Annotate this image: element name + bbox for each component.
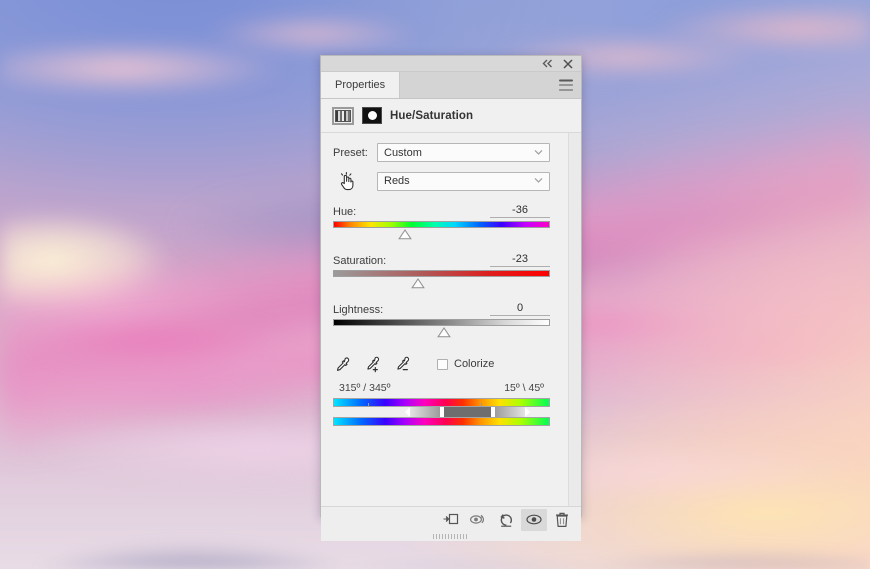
- channel-row: Reds: [333, 170, 550, 192]
- saturation-slider-header: Saturation: -23: [333, 253, 550, 267]
- preset-select[interactable]: Custom: [377, 143, 550, 162]
- panel-resize-area[interactable]: [321, 532, 581, 541]
- adjustment-thumbnail[interactable]: [332, 106, 354, 125]
- color-range-left-value: 315º / 345º: [339, 382, 391, 394]
- adjustment-thumbnail-image: [335, 109, 351, 122]
- saturation-slider-thumb[interactable]: [410, 278, 425, 289]
- hue-slider-thumb[interactable]: [397, 229, 412, 240]
- preset-row: Preset: Custom: [333, 143, 550, 162]
- menu-line: [559, 84, 573, 86]
- reset-button[interactable]: [493, 509, 519, 531]
- sample-tools-row: Colorize: [333, 355, 550, 373]
- properties-panel: Properties Hue/Saturation Preset: Custom: [320, 55, 582, 541]
- color-range-right-value: 15º \ 45º: [504, 382, 544, 394]
- hue-slider[interactable]: [333, 221, 550, 241]
- saturation-slider[interactable]: [333, 270, 550, 290]
- preset-select-value: Custom: [384, 146, 422, 159]
- lightness-slider[interactable]: [333, 319, 550, 339]
- toggle-visibility-button[interactable]: [521, 508, 547, 531]
- lightness-slider-header: Lightness: 0: [333, 302, 550, 316]
- targeted-adjustment-hand-icon[interactable]: [333, 170, 359, 192]
- close-icon[interactable]: [562, 58, 573, 69]
- lightness-slider-thumb[interactable]: [436, 327, 451, 338]
- color-range-readout: 315º / 345º 15º \ 45º: [333, 382, 550, 394]
- panel-tab-row: Properties: [321, 72, 581, 99]
- panel-scrollbar[interactable]: [568, 133, 581, 506]
- layer-mask-thumbnail-image: [362, 107, 382, 124]
- color-range-control: [333, 398, 550, 426]
- hue-slider-track: [333, 221, 550, 228]
- range-falloff-end-handle[interactable]: [525, 407, 531, 417]
- clip-to-layer-button[interactable]: [437, 509, 463, 531]
- eyedropper-add-icon[interactable]: [363, 355, 381, 373]
- tab-properties[interactable]: Properties: [321, 72, 401, 98]
- lightness-slider-track: [333, 319, 550, 326]
- resize-grip[interactable]: [433, 534, 469, 539]
- eyedropper-subtract-icon[interactable]: [393, 355, 411, 373]
- saturation-slider-track: [333, 270, 550, 277]
- spectrum-bar-bottom: [333, 417, 550, 426]
- colorize-label: Colorize: [454, 358, 495, 370]
- range-slider[interactable]: [404, 407, 531, 417]
- panel-content: Preset: Custom Reds Hue: -36 Saturation:…: [321, 143, 568, 426]
- hue-slider-header: Hue: -36: [333, 204, 550, 218]
- adjustment-header: Hue/Saturation: [321, 99, 581, 133]
- hue-label: Hue:: [333, 206, 357, 218]
- delete-adjustment-button[interactable]: [549, 509, 575, 531]
- hue-value-input[interactable]: -36: [490, 204, 550, 218]
- colorize-checkbox-row[interactable]: Colorize: [437, 358, 494, 370]
- panel-titlebar: [321, 56, 581, 72]
- channel-select[interactable]: Reds: [377, 171, 550, 191]
- view-previous-state-button[interactable]: [465, 509, 491, 531]
- panel-body: Preset: Custom Reds Hue: -36 Saturation:…: [321, 133, 581, 506]
- adjustment-title: Hue/Saturation: [390, 109, 474, 122]
- chevron-down-icon: [534, 146, 543, 158]
- preset-label: Preset:: [333, 146, 368, 159]
- range-core[interactable]: [444, 407, 492, 417]
- panel-footer-toolbar: [321, 506, 581, 532]
- lightness-label: Lightness:: [333, 304, 384, 316]
- eyedropper-icon[interactable]: [333, 355, 351, 373]
- lightness-slider-group: Lightness: 0: [333, 302, 550, 339]
- spectrum-bar-top: [333, 398, 550, 407]
- saturation-value-input[interactable]: -23: [490, 253, 550, 267]
- saturation-label: Saturation:: [333, 255, 387, 267]
- range-falloff-right: [495, 407, 526, 417]
- layer-mask-thumbnail[interactable]: [361, 107, 383, 125]
- saturation-slider-group: Saturation: -23: [333, 253, 550, 290]
- range-falloff-left: [409, 407, 441, 417]
- lightness-value-input[interactable]: 0: [490, 302, 550, 316]
- channel-select-value: Reds: [384, 175, 410, 187]
- menu-line: [559, 89, 573, 91]
- range-tick: [367, 403, 369, 407]
- range-slider-lane[interactable]: [333, 403, 550, 417]
- menu-line: [559, 79, 573, 81]
- collapse-icon[interactable]: [542, 58, 553, 69]
- hamburger-menu-icon[interactable]: [559, 79, 573, 91]
- colorize-checkbox[interactable]: [437, 358, 448, 370]
- hue-slider-group: Hue: -36: [333, 204, 550, 241]
- tab-properties-label: Properties: [335, 79, 386, 91]
- chevron-down-icon: [534, 174, 543, 186]
